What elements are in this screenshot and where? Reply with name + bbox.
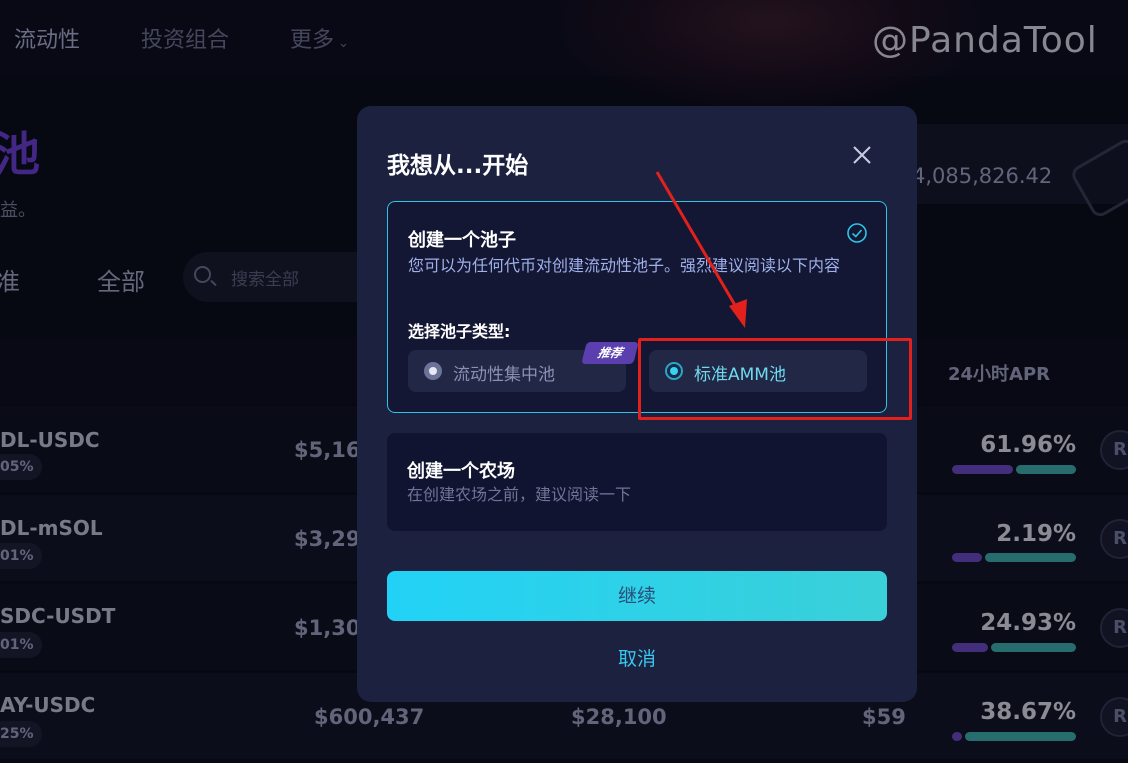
pool-type-label: 选择池子类型:	[408, 322, 511, 341]
close-icon[interactable]	[851, 144, 873, 166]
annotation-highlight-box	[638, 338, 912, 420]
cancel-button[interactable]: 取消	[357, 644, 917, 671]
recommended-badge: 推荐	[581, 342, 639, 364]
dialog-title: 我想从...开始	[387, 153, 529, 179]
create-farm-option[interactable]: 创建一个农场 在创建农场之前，建议阅读一下	[387, 433, 887, 531]
create-farm-desc: 在创建农场之前，建议阅读一下	[407, 485, 632, 504]
option-label: 流动性集中池	[453, 365, 555, 385]
radio-unselected-icon	[424, 362, 442, 380]
continue-button[interactable]: 继续	[387, 571, 887, 621]
check-circle-icon	[847, 223, 867, 243]
create-pool-title: 创建一个池子	[408, 230, 516, 251]
create-farm-title: 创建一个农场	[407, 461, 515, 482]
create-pool-desc: 您可以为任何代币对创建流动性池子。强烈建议阅读以下内容	[408, 256, 841, 275]
